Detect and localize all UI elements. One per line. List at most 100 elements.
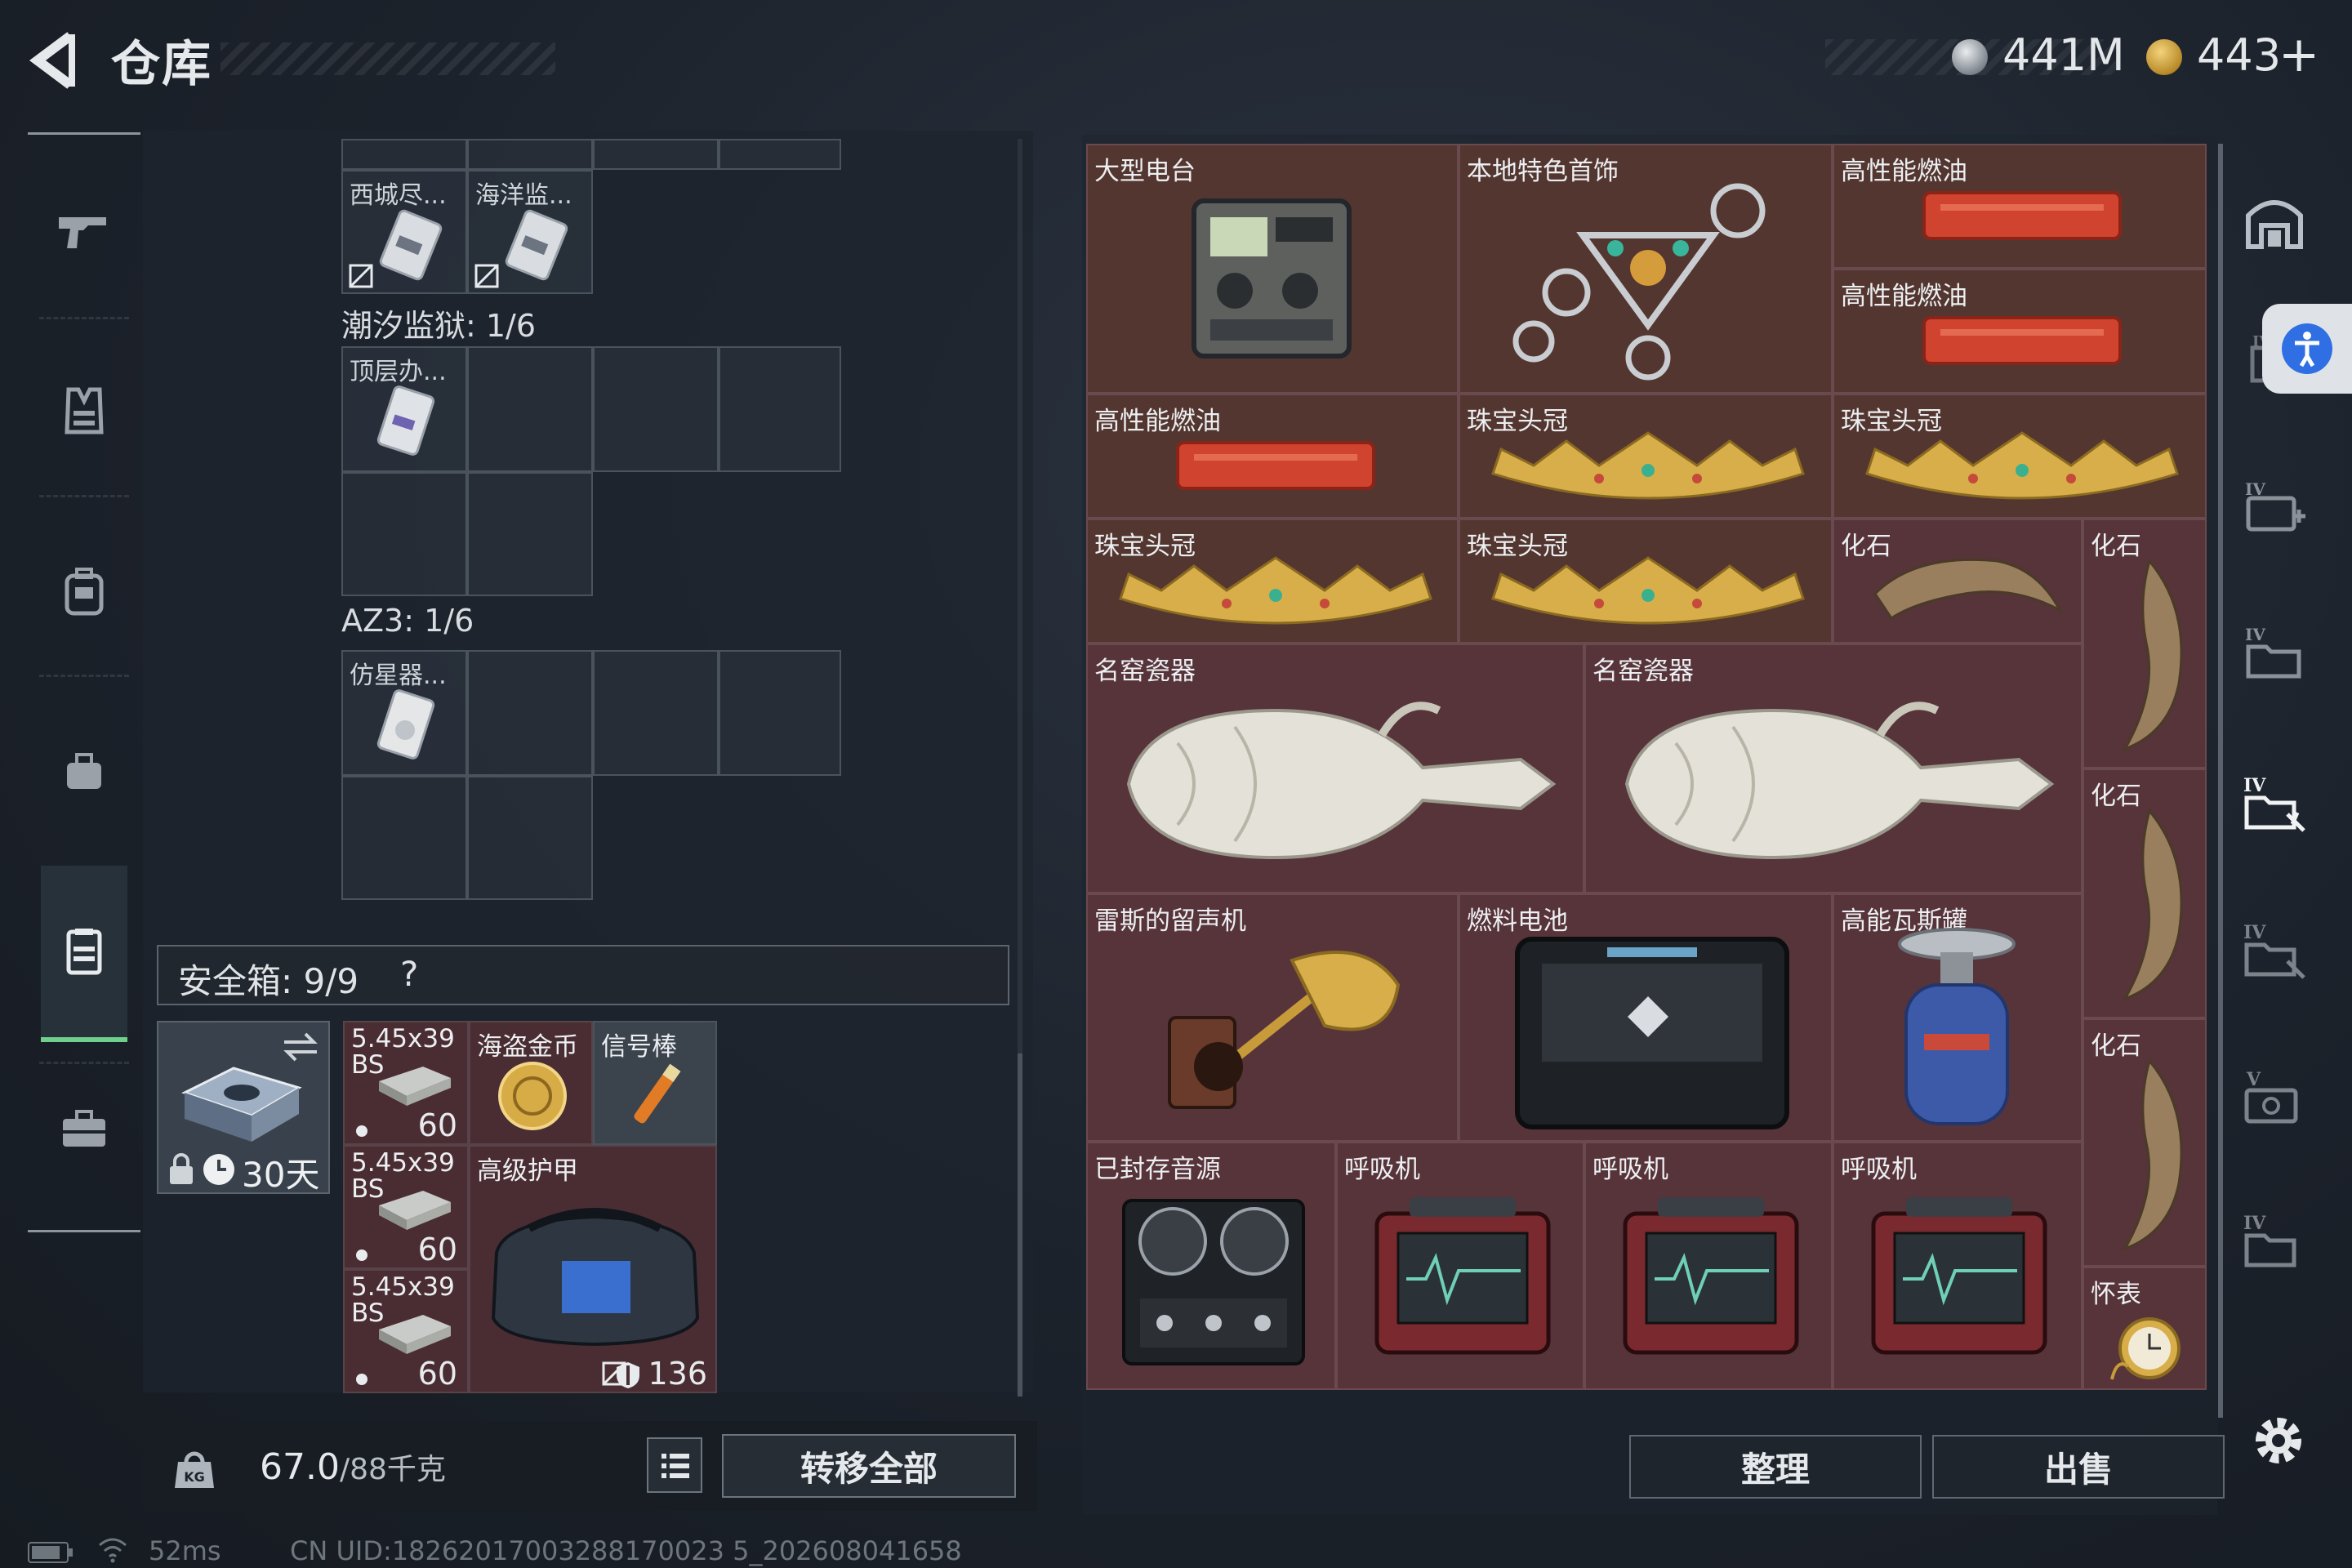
gramophone-icon [1168, 951, 1401, 1109]
container-item-tape-recorder[interactable]: 已封存音源 [1086, 1142, 1336, 1390]
storage-tab-iv-3-icon[interactable]: IV [2238, 616, 2311, 689]
storage-tab-iv-4-icon[interactable]: IV [2238, 915, 2311, 988]
transfer-all-button[interactable]: 转移全部 [722, 1434, 1016, 1498]
briefcase-icon[interactable] [49, 1094, 119, 1165]
container-item-fuel-cell[interactable]: 燃料电池 [1459, 893, 1833, 1142]
vest-icon[interactable] [49, 376, 119, 446]
container-item-porcelain[interactable]: 名窑瓷器 [1086, 644, 1584, 893]
item-label: 海洋监... [475, 181, 572, 210]
list-icon [662, 1454, 689, 1478]
storage-cell[interactable] [467, 650, 593, 776]
weight-max: /88千克 [339, 1453, 446, 1486]
storage-cell[interactable] [467, 472, 593, 596]
container-item-crown[interactable]: 珠宝头冠 [1833, 394, 2207, 519]
item-count: 60 [417, 1232, 457, 1267]
safebox-icon[interactable] [49, 916, 119, 987]
container-item-fossil[interactable]: 化石 [2082, 768, 2207, 1018]
container-item-crown[interactable]: 珠宝头冠 [1086, 519, 1459, 644]
lock-icon [170, 1153, 193, 1184]
container-item-fossil[interactable]: 化石 [1833, 519, 2082, 644]
container-item-fuel[interactable]: 高性能燃油 [1086, 394, 1459, 519]
storage-cell[interactable] [467, 346, 593, 472]
storage-tab-iv-5-icon[interactable]: IV [2238, 1205, 2311, 1279]
fuel-cell-icon [1515, 937, 1789, 1129]
container-item-ventilator[interactable]: 呼吸机 [1833, 1142, 2082, 1390]
safe-box-timer: 30天 [242, 1155, 320, 1195]
container-item-crown[interactable]: 珠宝头冠 [1459, 519, 1833, 644]
item-label: 呼吸机 [1344, 1155, 1420, 1184]
ammo-dot-icon [356, 1374, 368, 1385]
weight-icon: KG [175, 1451, 214, 1488]
storage-cell[interactable] [341, 472, 467, 596]
storage-group-title: 潮汐监狱: 1/6 [341, 308, 537, 344]
item-count: 60 [417, 1107, 457, 1143]
storage-item-keycard[interactable]: 西城尽... [341, 170, 467, 294]
storage-cell[interactable] [719, 346, 841, 472]
container-item-gas-can[interactable]: 高能瓦斯罐 [1833, 893, 2082, 1142]
storage-cell[interactable] [593, 139, 719, 170]
nav-divider [39, 1062, 129, 1064]
fuel-canister-icon [1176, 441, 1375, 490]
settings-gear-icon[interactable] [2246, 1408, 2311, 1473]
nav-divider [39, 317, 129, 319]
storage-item-keycard[interactable]: 仿星器... [341, 650, 467, 776]
porcelain-vase-icon [1624, 702, 2055, 860]
warehouse-tab-icon[interactable] [2238, 185, 2311, 258]
safe-item-pirate-coin[interactable]: 海盗金币 [469, 1021, 593, 1145]
storage-cell[interactable] [467, 139, 593, 170]
storage-cell[interactable] [719, 139, 841, 170]
safe-item-ammo[interactable]: 5.45x39 BS 60 [343, 1145, 469, 1269]
storage-cell[interactable] [593, 346, 719, 472]
page-title: 仓库 [111, 36, 212, 93]
keycard-icon [505, 209, 568, 281]
item-label: 呼吸机 [1841, 1155, 1917, 1184]
storage-item-keycard[interactable]: 海洋监... [467, 170, 593, 294]
sell-button[interactable]: 出售 [1932, 1435, 2225, 1499]
sort-button[interactable]: 整理 [1629, 1435, 1922, 1499]
storage-cell[interactable] [593, 650, 719, 776]
storage-scrollbar[interactable] [1018, 1054, 1022, 1396]
safe-item-flare[interactable]: 信号棒 [593, 1021, 717, 1145]
nav-divider [39, 495, 129, 497]
storage-tab-iv-2-icon[interactable]: IV [2238, 470, 2311, 544]
container-item-gramophone[interactable]: 雷斯的留声机 [1086, 893, 1459, 1142]
storage-cell[interactable] [719, 650, 841, 776]
clock-icon [203, 1154, 234, 1185]
list-view-button[interactable] [647, 1437, 702, 1493]
safe-box-help-button[interactable]: ? [400, 954, 418, 994]
container-item-pocket-watch[interactable]: 怀表 [2082, 1267, 2207, 1390]
container-scrollbar[interactable] [2218, 144, 2223, 1418]
container-item-porcelain[interactable]: 名窑瓷器 [1584, 644, 2082, 893]
container-item-ventilator[interactable]: 呼吸机 [1584, 1142, 1833, 1390]
storage-tab-iv-active-icon[interactable]: IV [2238, 768, 2311, 841]
container-item-fossil[interactable]: 化石 [2082, 1018, 2207, 1267]
item-label: 高级护甲 [477, 1156, 578, 1186]
swap-icon[interactable] [281, 1031, 320, 1063]
storage-tab-v-icon[interactable]: V [2238, 1062, 2311, 1135]
pouch-icon[interactable] [49, 737, 119, 807]
storage-item-keycard[interactable]: 顶层办... [341, 346, 467, 472]
ventilator-icon [1374, 1197, 1551, 1355]
item-count: 60 [417, 1356, 457, 1392]
safe-item-ammo[interactable]: 5.45x39 BS 60 [343, 1021, 469, 1145]
non-tradable-icon [349, 264, 373, 288]
container-item-fuel[interactable]: 高性能燃油 [1833, 269, 2207, 394]
container-item-radio[interactable]: 大型电台 [1086, 144, 1459, 394]
container-item-fossil[interactable]: 化石 [2082, 519, 2207, 768]
jewelry-icon [1512, 183, 1766, 381]
safe-item-armor[interactable]: 高级护甲 136 [469, 1145, 717, 1393]
container-item-crown[interactable]: 珠宝头冠 [1459, 394, 1833, 519]
storage-cell[interactable] [341, 139, 467, 170]
gun-icon[interactable] [49, 196, 119, 266]
storage-cell[interactable] [467, 776, 593, 900]
svg-text:IV: IV [2245, 479, 2265, 499]
backpack-icon[interactable] [49, 557, 119, 627]
add-currency-button[interactable]: + [2278, 26, 2319, 83]
storage-cell[interactable] [341, 776, 467, 900]
svg-text:IV: IV [2245, 625, 2265, 644]
container-item-jewelry[interactable]: 本地特色首饰 [1459, 144, 1833, 394]
container-item-ventilator[interactable]: 呼吸机 [1336, 1142, 1584, 1390]
container-item-fuel[interactable]: 高性能燃油 [1833, 144, 2207, 269]
back-arrow-icon[interactable] [23, 28, 88, 93]
safe-item-ammo[interactable]: 5.45x39 BS 60 [343, 1269, 469, 1393]
